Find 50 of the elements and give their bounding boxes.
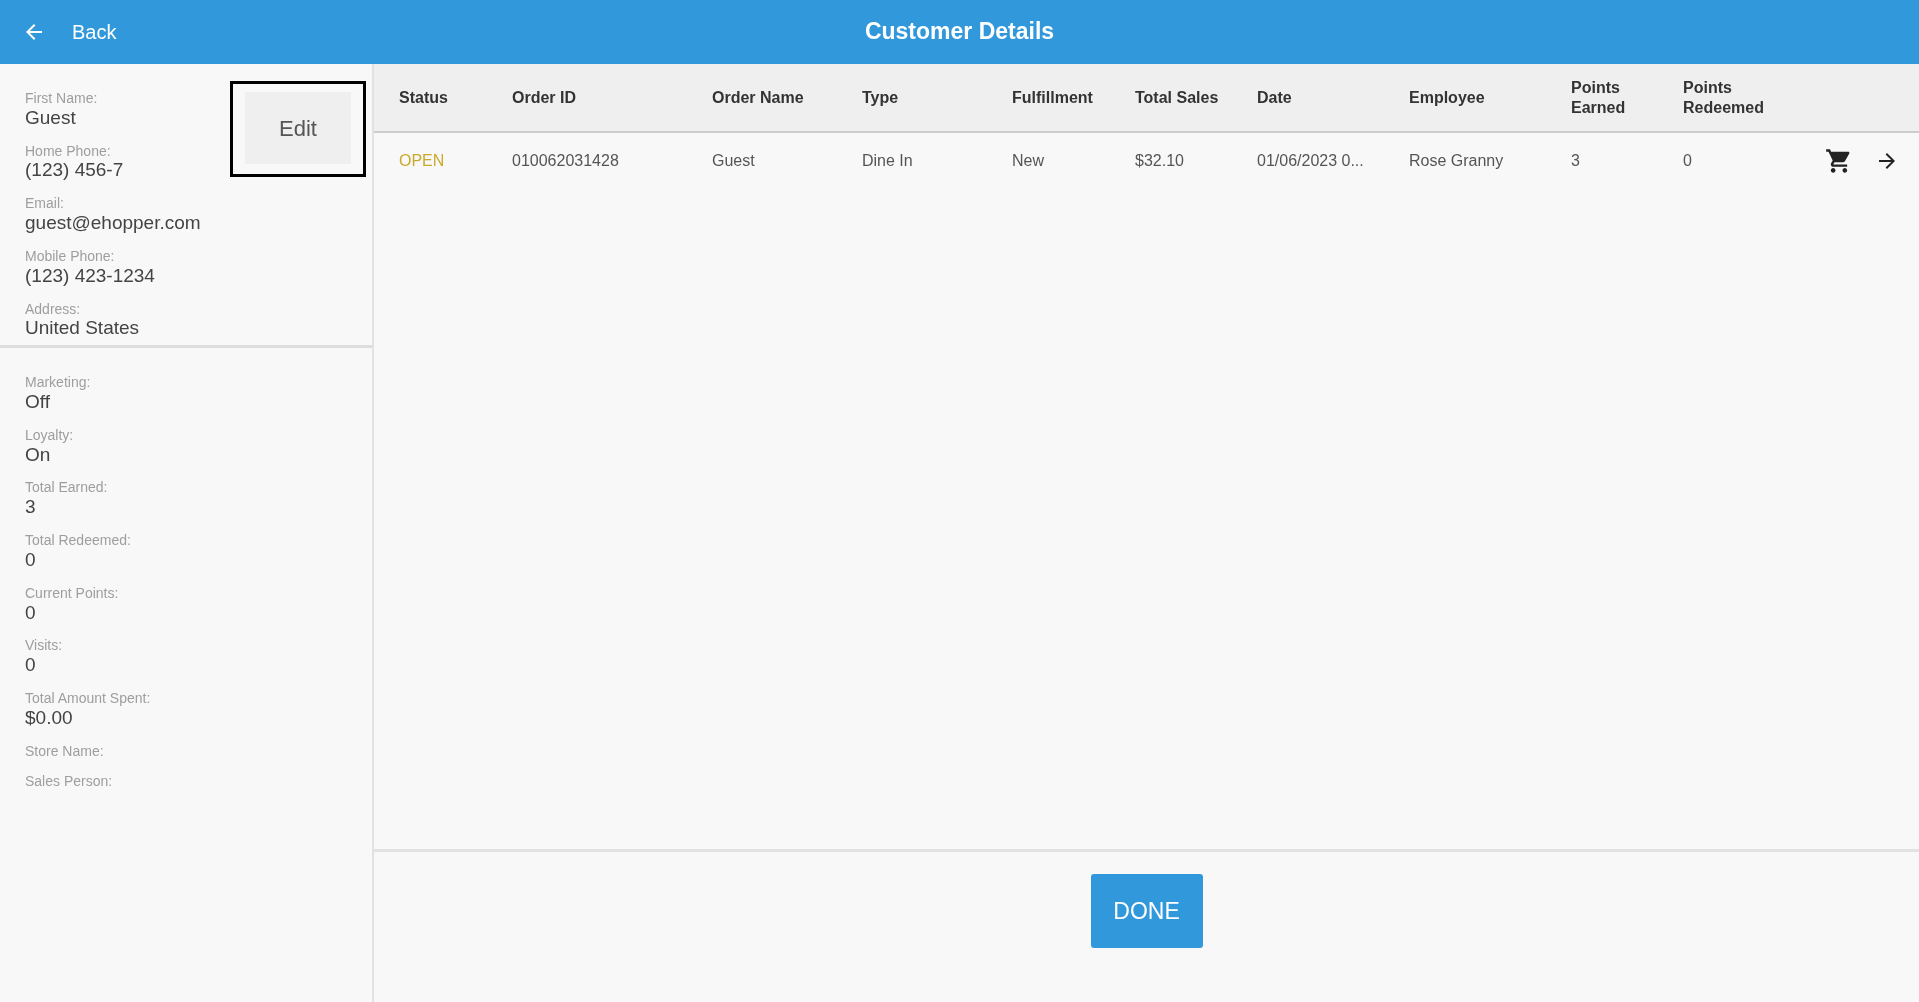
- field-label: Store Name:: [25, 742, 104, 760]
- table-cell: Rose Granny: [1384, 132, 1546, 188]
- field-label: Loyalty:: [25, 426, 74, 444]
- table-cell: $32.10: [1110, 132, 1232, 188]
- column-header: Points Redeemed: [1658, 64, 1798, 132]
- field-label: Total Earned:: [25, 479, 108, 497]
- column-header: Order Name: [687, 64, 837, 132]
- column-header: Type: [837, 64, 987, 132]
- column-header: Order ID: [487, 64, 687, 132]
- column-header: Total Sales: [1110, 64, 1232, 132]
- table-cell: 010062031428: [487, 132, 687, 188]
- column-header: Status: [374, 64, 487, 132]
- field-label: Home Phone:: [25, 142, 111, 160]
- field-value: Off: [25, 391, 50, 413]
- field-value: 0: [25, 548, 36, 571]
- column-header: Date: [1232, 64, 1384, 132]
- field-label: First Name:: [25, 90, 98, 107]
- field-label: Sales Person:: [25, 773, 113, 791]
- edit-button[interactable]: Edit: [230, 81, 366, 177]
- table-cell: 01/06/2023 0...: [1232, 132, 1384, 188]
- field-value: 3: [25, 496, 36, 519]
- field-label: Current Points:: [25, 584, 119, 602]
- table-cell: Guest: [687, 132, 837, 188]
- field-label: Mobile Phone:: [25, 247, 115, 265]
- field-value: Guest: [25, 106, 76, 129]
- field-value: 0: [25, 601, 36, 624]
- field-value: (123) 456-7: [25, 159, 124, 182]
- field-label: Address:: [25, 300, 81, 318]
- column-header: Fulfillment: [987, 64, 1110, 132]
- field-value: 0: [25, 654, 36, 677]
- field-value: $0.00: [25, 706, 73, 729]
- column-header: Employee: [1384, 64, 1546, 132]
- table-cell: New: [987, 132, 1110, 188]
- field-label: Visits:: [25, 637, 63, 655]
- field-value: guest@ehopper.com: [25, 212, 201, 234]
- back-button[interactable]: Back: [0, 0, 117, 64]
- table-cell: 3: [1546, 132, 1658, 188]
- field-label: Marketing:: [25, 374, 91, 391]
- field-label: Total Redeemed:: [25, 532, 131, 549]
- field-value: On: [25, 443, 51, 466]
- table-cell: Dine In: [837, 132, 987, 188]
- field-label: Total Amount Spent:: [25, 690, 151, 707]
- field-label: Email:: [25, 195, 64, 213]
- page-title: Customer Details: [864, 18, 1055, 46]
- column-header: Points Earned: [1546, 64, 1658, 132]
- field-value: United States: [25, 317, 140, 340]
- field-value: (123) 423-1234: [25, 264, 155, 287]
- table-cell: 0: [1658, 132, 1798, 188]
- done-button[interactable]: DONE: [1090, 874, 1203, 948]
- status-cell: OPEN: [374, 132, 487, 188]
